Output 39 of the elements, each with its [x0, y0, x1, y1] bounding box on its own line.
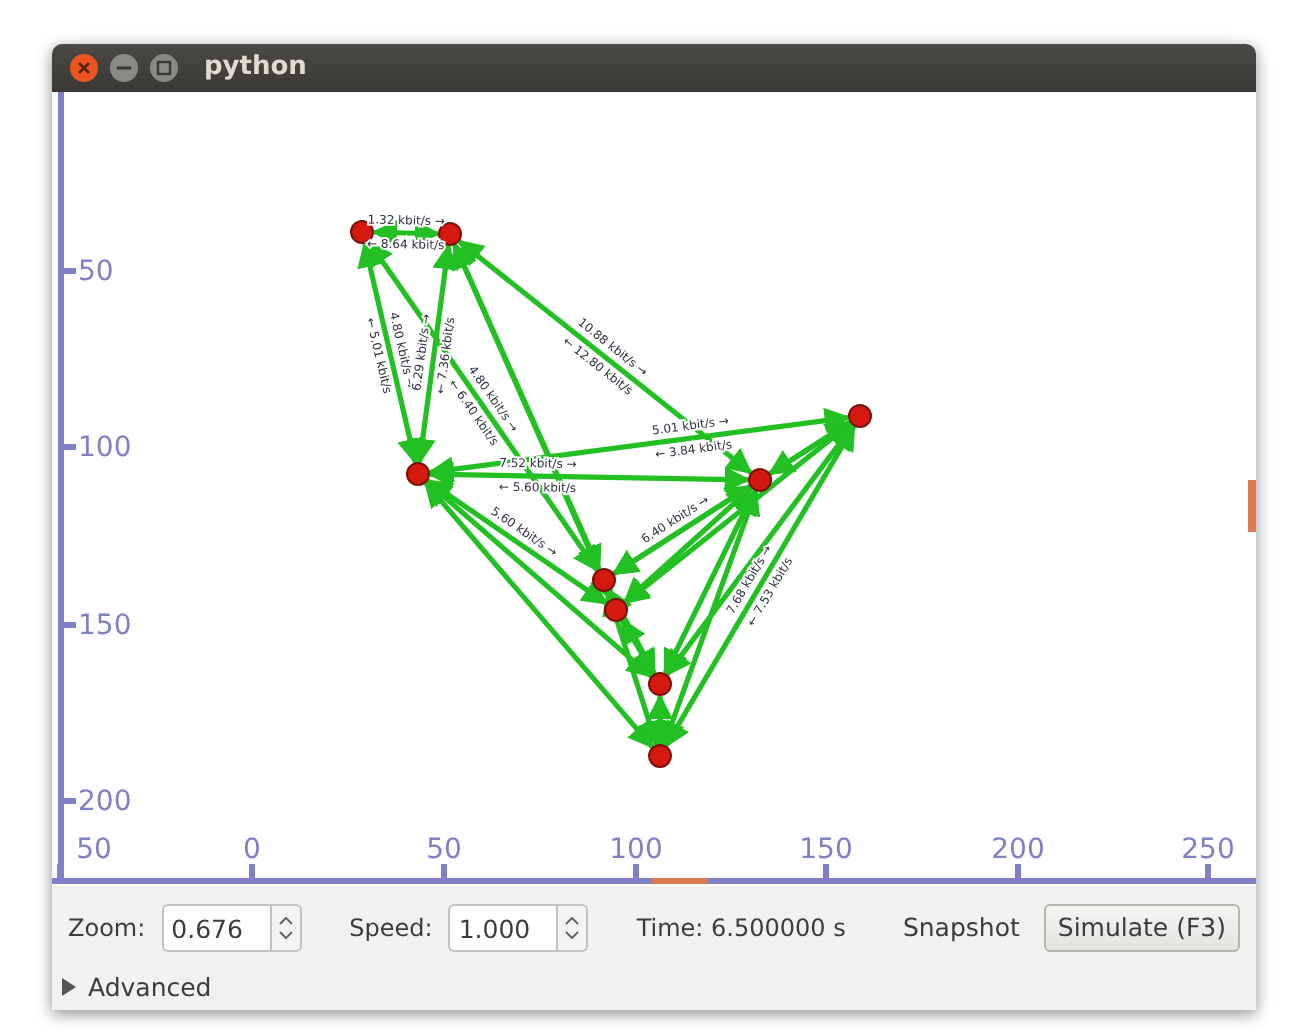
scroll-marker[interactable] [1248, 480, 1256, 532]
ruler-label: 200 [78, 786, 132, 818]
network-canvas[interactable] [52, 92, 1256, 886]
window-title: python [204, 50, 307, 87]
advanced-expander[interactable]: Advanced [80, 970, 220, 1008]
ruler-label: 200 [991, 834, 1045, 866]
network-node[interactable] [406, 462, 430, 486]
network-node[interactable] [604, 598, 628, 622]
network-node[interactable] [748, 468, 772, 492]
stepper-icon [564, 914, 581, 942]
maximize-icon[interactable] [148, 52, 180, 84]
ruler-label: 100 [609, 834, 663, 866]
network-node[interactable] [350, 220, 374, 244]
minimize-icon[interactable] [108, 52, 140, 84]
ruler-label: 50 [76, 834, 112, 866]
ruler-label: 150 [799, 834, 853, 866]
network-node[interactable] [848, 404, 872, 428]
scroll-marker[interactable] [652, 878, 708, 884]
ruler-label: 150 [78, 610, 132, 642]
spin-stepper[interactable] [556, 904, 589, 952]
time-readout: Time: 6.500000 s [636, 912, 846, 946]
ruler-label: 250 [1181, 834, 1235, 866]
spin-stepper[interactable] [269, 904, 302, 952]
ruler-label: 50 [426, 834, 462, 866]
expander-icon[interactable] [60, 978, 80, 999]
speed-field[interactable]: 1.000 [448, 904, 557, 952]
ruler-label: 50 [78, 256, 114, 288]
zoom-label: Zoom: [68, 912, 146, 946]
close-icon[interactable] [68, 52, 100, 84]
ruler-label: 0 [243, 834, 261, 866]
network-node[interactable] [648, 744, 672, 768]
zoom-field[interactable]: 0.676 [161, 904, 270, 952]
speed-label: Speed: [349, 912, 433, 946]
network-node[interactable] [648, 672, 672, 696]
network-node[interactable] [592, 568, 616, 592]
snapshot-button[interactable]: Snapshot [894, 905, 1028, 951]
ruler-label: 100 [78, 432, 132, 464]
simulate-button[interactable]: Simulate (F3) [1043, 903, 1240, 953]
stepper-icon [277, 914, 294, 942]
